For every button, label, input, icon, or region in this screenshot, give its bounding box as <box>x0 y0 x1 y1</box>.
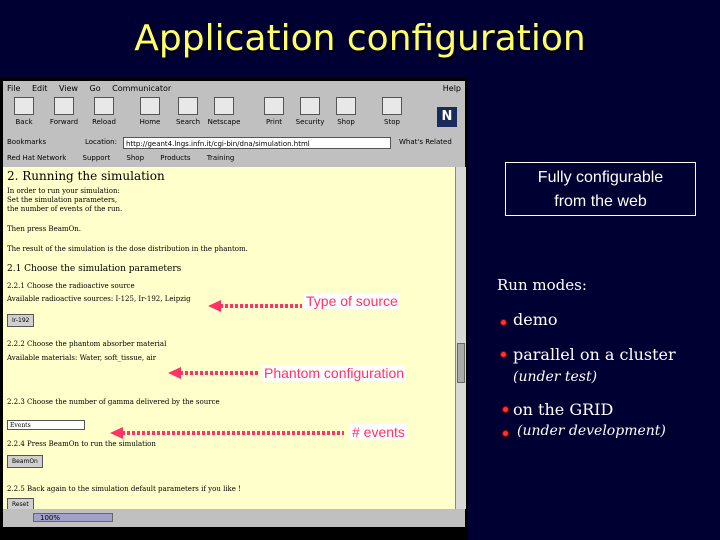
netscape-logo: N <box>437 107 457 127</box>
scroll-thumb[interactable] <box>457 343 465 383</box>
forward-label: Forward <box>49 118 79 126</box>
mode-demo: demo <box>513 310 558 329</box>
step-reset-heading: 2.2.5 Back again to the simulation defau… <box>7 485 241 493</box>
home-button[interactable]: Home <box>133 97 167 126</box>
reload-label: Reload <box>92 118 116 126</box>
bookmarks-button[interactable]: Bookmarks <box>7 138 46 146</box>
events-annotation: # events <box>350 424 407 440</box>
beamon-button[interactable]: BeamOn <box>7 455 43 468</box>
menu-file[interactable]: File <box>7 84 20 93</box>
intro-line-2: Set the simulation parameters, <box>7 196 118 204</box>
slide-title: Application configuration <box>134 18 586 59</box>
source-select[interactable]: Ir-192 <box>7 314 35 327</box>
reload-button[interactable]: Reload <box>87 97 121 126</box>
zoom-indicator: 100% <box>33 513 113 522</box>
run-modes-title: Run modes: <box>497 276 587 294</box>
callout-line-1: Fully configurable <box>537 169 664 186</box>
menu-communicator[interactable]: Communicator <box>112 84 171 93</box>
materials-text: Available materials: Water, soft_tissue,… <box>7 354 157 362</box>
result-text: The result of the simulation is the dose… <box>7 245 248 253</box>
security-label: Security <box>295 118 325 126</box>
netscape-icon <box>214 97 234 115</box>
phantom-annotation: Phantom configuration <box>262 365 407 381</box>
stop-icon <box>382 97 402 115</box>
menu-go[interactable]: Go <box>90 84 101 93</box>
personal-link-shop[interactable]: Shop <box>126 154 144 162</box>
personal-link-support[interactable]: Support <box>83 154 111 162</box>
menu-view[interactable]: View <box>59 84 78 93</box>
web-page-content: 2. Running the simulation In order to ru… <box>3 167 455 519</box>
netscape-label: Netscape <box>207 118 241 126</box>
intro-line-3: the number of events of the run. <box>7 205 123 213</box>
mode-cluster: parallel on a cluster <box>513 345 676 364</box>
source-annotation: Type of source <box>304 293 400 309</box>
status-bar: 100% <box>3 509 465 527</box>
search-button[interactable]: Search <box>171 97 205 126</box>
beamon-hint: Then press BeamOn. <box>7 225 82 233</box>
sources-text: Available radioactive sources: I-125, Ir… <box>7 295 191 303</box>
personal-link-training[interactable]: Training <box>207 154 235 162</box>
cluster-note: (under test) <box>513 369 598 385</box>
step-phantom-heading: 2.2.2 Choose the phantom absorber materi… <box>7 340 167 348</box>
forward-button[interactable]: Forward <box>47 97 81 126</box>
back-label: Back <box>15 118 33 126</box>
location-label: Location: <box>85 138 117 146</box>
step-source-heading: 2.2.1 Choose the radioactive source <box>7 282 135 290</box>
search-icon <box>178 97 198 115</box>
phantom-arrow <box>168 367 258 379</box>
location-bar: Bookmarks Location: http://geant4.lngs.i… <box>7 137 461 151</box>
security-button[interactable]: Security <box>293 97 327 126</box>
intro-line-1: In order to run your simulation: <box>7 187 120 195</box>
personal-link-red-hat[interactable]: Red Hat Network <box>7 154 66 162</box>
back-icon <box>14 97 34 115</box>
url-field[interactable]: http://geant4.lngs.infn.it/cgi-bin/dna/s… <box>123 137 391 149</box>
section-heading: 2.1 Choose the simulation parameters <box>7 264 182 274</box>
browser-chrome: File Edit View Go Communicator Help Back… <box>3 81 465 167</box>
search-label: Search <box>175 118 201 126</box>
shop-icon <box>336 97 356 115</box>
bullet-icon <box>501 320 506 325</box>
vertical-scrollbar[interactable] <box>455 167 466 509</box>
print-label: Print <box>265 118 283 126</box>
personal-link-products[interactable]: Products <box>160 154 190 162</box>
callout-line-2: from the web <box>554 193 647 210</box>
forward-icon <box>54 97 74 115</box>
step-events-heading: 2.2.3 Choose the number of gamma deliver… <box>7 398 220 406</box>
bullet-icon <box>503 431 508 436</box>
reload-icon <box>94 97 114 115</box>
print-icon <box>264 97 284 115</box>
security-icon <box>300 97 320 115</box>
events-arrow <box>110 427 344 439</box>
menu-edit[interactable]: Edit <box>32 84 48 93</box>
events-field[interactable]: Events <box>7 420 85 430</box>
source-arrow <box>208 300 302 312</box>
print-button[interactable]: Print <box>257 97 291 126</box>
home-label: Home <box>139 118 161 126</box>
back-button[interactable]: Back <box>7 97 41 126</box>
bullet-icon <box>503 407 508 412</box>
home-icon <box>140 97 160 115</box>
personal-toolbar: Red Hat Network Support Shop Products Tr… <box>7 154 248 162</box>
configurable-callout: Fully configurable from the web <box>505 162 696 216</box>
page-heading: 2. Running the simulation <box>7 169 165 183</box>
grid-note: (under development) <box>517 423 666 439</box>
menu-help[interactable]: Help <box>443 84 461 93</box>
stop-button[interactable]: Stop <box>375 97 409 126</box>
netscape-button[interactable]: Netscape <box>207 97 241 126</box>
step-beamon-heading: 2.2.4 Press BeamOn to run the simulation <box>7 440 156 448</box>
shop-button[interactable]: Shop <box>329 97 363 126</box>
shop-label: Shop <box>337 118 355 126</box>
whats-related-button[interactable]: What's Related <box>399 138 452 146</box>
mode-grid: on the GRID <box>513 400 614 419</box>
menu-bar: File Edit View Go Communicator <box>7 84 180 93</box>
bullet-icon <box>501 352 506 357</box>
stop-label: Stop <box>384 118 400 126</box>
